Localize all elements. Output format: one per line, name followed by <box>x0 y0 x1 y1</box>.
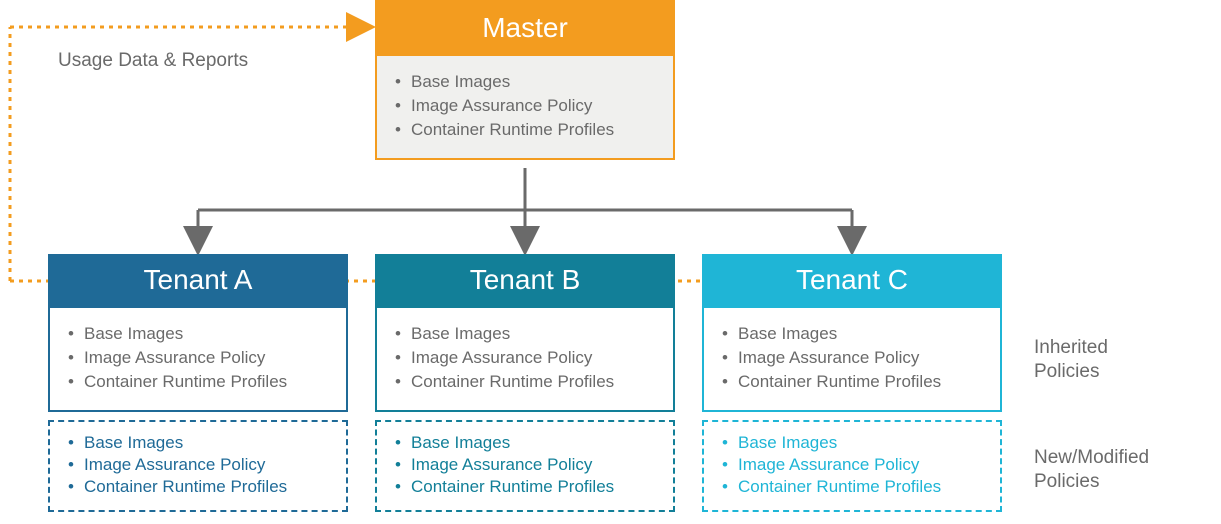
tenant-a-header: Tenant A <box>48 254 348 308</box>
tenant-a-new: Base Images Image Assurance Policy Conta… <box>48 420 348 512</box>
master-items: Base Images Image Assurance Policy Conta… <box>395 70 655 142</box>
tenant-c-header: Tenant C <box>702 254 1002 308</box>
tenant-item: Container Runtime Profiles <box>68 476 328 498</box>
tenant-c-new: Base Images Image Assurance Policy Conta… <box>702 420 1002 512</box>
tenant-item: Base Images <box>68 322 328 346</box>
tenant-item: Image Assurance Policy <box>395 454 655 476</box>
master-item: Container Runtime Profiles <box>395 118 655 142</box>
master-body: Base Images Image Assurance Policy Conta… <box>377 56 673 158</box>
master-header: Master <box>377 2 673 56</box>
tenant-item: Container Runtime Profiles <box>68 370 328 394</box>
tenant-b-box: Tenant B Base Images Image Assurance Pol… <box>375 254 675 512</box>
tenant-b-new: Base Images Image Assurance Policy Conta… <box>375 420 675 512</box>
new-modified-policies-label: New/ModifiedPolicies <box>1034 446 1149 494</box>
tenant-item: Container Runtime Profiles <box>722 370 982 394</box>
tenant-item: Container Runtime Profiles <box>395 370 655 394</box>
tenant-item: Image Assurance Policy <box>68 454 328 476</box>
tenant-c-box: Tenant C Base Images Image Assurance Pol… <box>702 254 1002 512</box>
tenant-item: Image Assurance Policy <box>722 454 982 476</box>
tenant-item: Image Assurance Policy <box>722 346 982 370</box>
usage-data-label: Usage Data & Reports <box>58 50 248 72</box>
inherited-policies-label: InheritedPolicies <box>1034 336 1108 384</box>
master-box: Master Base Images Image Assurance Polic… <box>375 0 675 160</box>
tenant-item: Image Assurance Policy <box>395 346 655 370</box>
tenant-item: Base Images <box>722 432 982 454</box>
tenant-a-box: Tenant A Base Images Image Assurance Pol… <box>48 254 348 512</box>
tenant-a-inherited: Base Images Image Assurance Policy Conta… <box>48 308 348 412</box>
tenant-item: Base Images <box>395 432 655 454</box>
tenant-item: Base Images <box>722 322 982 346</box>
tenant-b-inherited: Base Images Image Assurance Policy Conta… <box>375 308 675 412</box>
tenant-item: Base Images <box>68 432 328 454</box>
tenant-item: Container Runtime Profiles <box>722 476 982 498</box>
tenant-b-header: Tenant B <box>375 254 675 308</box>
diagram-root: Usage Data & Reports Master Base Images … <box>0 0 1221 524</box>
tenant-c-inherited: Base Images Image Assurance Policy Conta… <box>702 308 1002 412</box>
master-item: Base Images <box>395 70 655 94</box>
tenant-item: Container Runtime Profiles <box>395 476 655 498</box>
master-item: Image Assurance Policy <box>395 94 655 118</box>
tenant-item: Base Images <box>395 322 655 346</box>
tenant-item: Image Assurance Policy <box>68 346 328 370</box>
